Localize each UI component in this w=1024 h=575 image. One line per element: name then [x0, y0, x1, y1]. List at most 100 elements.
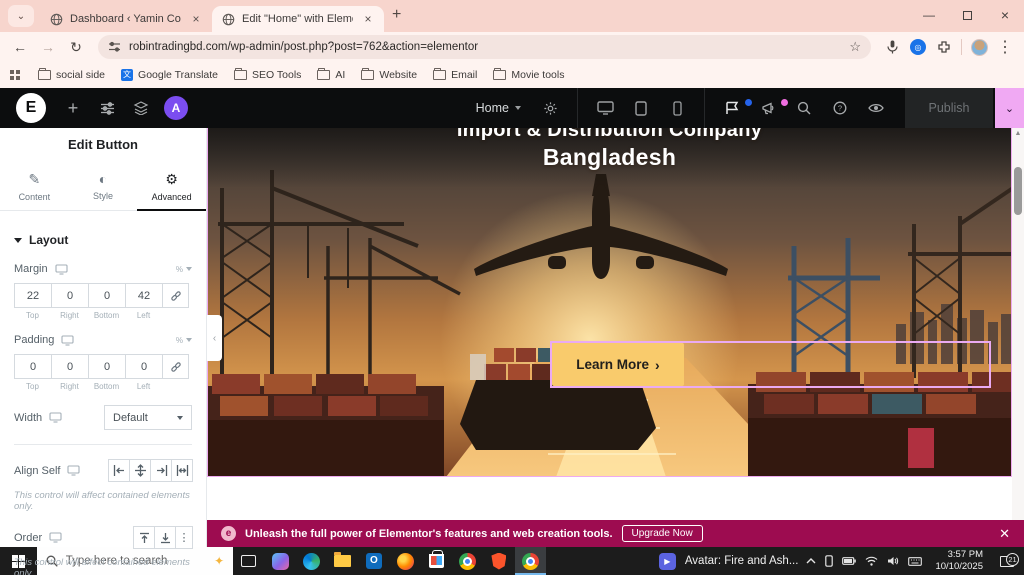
minimize-button[interactable]: —	[910, 0, 948, 30]
page-settings-button[interactable]	[533, 101, 567, 116]
hero-heading[interactable]: Import & Distribution Company Bangladesh	[208, 128, 1011, 172]
align-stretch-button[interactable]	[171, 459, 193, 482]
checklist-button[interactable]	[715, 101, 749, 115]
banner-close-icon[interactable]: ✕	[999, 526, 1010, 542]
tab-close-icon[interactable]: ×	[188, 11, 204, 27]
mobile-view-button[interactable]	[660, 101, 694, 116]
menu-icon[interactable]: ⋮	[994, 37, 1016, 57]
selected-element-outline[interactable]: Learn More ›	[550, 341, 991, 388]
extension-badge-icon[interactable]: ◎	[907, 39, 929, 55]
tab-elementor[interactable]: Edit "Home" with Elementor ×	[212, 6, 384, 32]
forward-button[interactable]: →	[36, 39, 60, 55]
padding-top-input[interactable]	[14, 354, 52, 379]
learn-more-button[interactable]: Learn More ›	[552, 343, 684, 386]
task-view-button[interactable]	[233, 547, 264, 575]
bookmark-social-side[interactable]: social side	[38, 69, 105, 81]
bookmark-email[interactable]: Email	[433, 69, 477, 81]
reload-button[interactable]: ↻	[64, 39, 88, 56]
bookmark-star-icon[interactable]: ☆	[849, 39, 861, 55]
volume-icon[interactable]	[887, 556, 899, 566]
responsive-monitor-icon[interactable]	[55, 264, 68, 275]
media-widget[interactable]: ▶ Avatar: Fire and Ash...	[651, 547, 807, 575]
bookmark-seo-tools[interactable]: SEO Tools	[234, 69, 301, 81]
bookmark-google-translate[interactable]: 文Google Translate	[121, 69, 218, 81]
margin-right-input[interactable]	[51, 283, 89, 308]
tab-dashboard[interactable]: Dashboard ‹ Yamin Corporation ×	[40, 6, 212, 32]
taskbar-clock[interactable]: 3:57 PM 10/10/2025	[931, 549, 987, 573]
address-bar[interactable]: robintradingbd.com/wp-admin/post.php?pos…	[98, 35, 871, 59]
responsive-monitor-icon[interactable]	[49, 532, 62, 543]
chrome-button[interactable]	[452, 547, 483, 575]
action-center-button[interactable]: 21	[996, 556, 1018, 567]
tab-style[interactable]: ◐ Style	[69, 164, 138, 210]
tab-close-icon[interactable]: ×	[360, 11, 376, 27]
responsive-monitor-icon[interactable]	[49, 412, 62, 423]
publish-options-button[interactable]: ⌄	[995, 88, 1024, 128]
align-end-button[interactable]	[150, 459, 172, 482]
margin-left-input[interactable]	[125, 283, 163, 308]
url-text[interactable]: robintradingbd.com/wp-admin/post.php?pos…	[129, 41, 841, 53]
responsive-monitor-icon[interactable]	[61, 335, 74, 346]
site-settings-button[interactable]	[90, 102, 124, 115]
order-last-button[interactable]	[154, 526, 176, 549]
chrome-profile-button[interactable]	[515, 547, 546, 575]
outlook-button[interactable]: O	[358, 547, 389, 575]
bookmark-movie-tools[interactable]: Movie tools	[493, 69, 564, 81]
align-center-button[interactable]	[129, 459, 151, 482]
responsive-monitor-icon[interactable]	[67, 465, 80, 476]
canvas-scrollbar[interactable]: ▲	[1012, 128, 1024, 520]
padding-right-input[interactable]	[51, 354, 89, 379]
help-button[interactable]: ?	[823, 101, 857, 115]
width-select[interactable]: Default	[104, 405, 192, 430]
align-start-button[interactable]	[108, 459, 130, 482]
brave-button[interactable]	[483, 547, 514, 575]
margin-top-input[interactable]	[14, 283, 52, 308]
new-tab-button[interactable]: +	[392, 6, 401, 24]
back-button[interactable]: ←	[8, 39, 32, 55]
tab-search-button[interactable]: ⌄	[8, 5, 34, 27]
scrollbar-thumb[interactable]	[1014, 167, 1022, 215]
touch-keyboard-icon[interactable]	[908, 557, 922, 566]
elementor-logo[interactable]: E	[16, 93, 46, 123]
finder-search-button[interactable]	[787, 101, 821, 115]
publish-button[interactable]: Publish	[905, 88, 993, 128]
edge-button[interactable]	[296, 547, 327, 575]
mic-icon[interactable]	[881, 40, 903, 54]
firefox-button[interactable]	[390, 547, 421, 575]
margin-unit-select[interactable]: %	[176, 265, 192, 274]
copilot-button[interactable]	[264, 547, 295, 575]
extensions-icon[interactable]	[933, 40, 955, 54]
hero-section[interactable]: Import & Distribution Company Bangladesh…	[207, 128, 1012, 477]
order-first-button[interactable]	[133, 526, 155, 549]
margin-bottom-input[interactable]	[88, 283, 126, 308]
battery-icon[interactable]	[842, 557, 856, 565]
desktop-view-button[interactable]	[588, 101, 622, 115]
tablet-view-button[interactable]	[624, 101, 658, 116]
padding-left-input[interactable]	[125, 354, 163, 379]
whats-new-button[interactable]	[751, 101, 785, 115]
upgrade-now-button[interactable]: Upgrade Now	[622, 525, 703, 542]
tab-advanced[interactable]: ⚙ Advanced	[137, 164, 206, 210]
file-explorer-button[interactable]	[327, 547, 358, 575]
panel-collapse-handle[interactable]: ‹	[207, 315, 222, 361]
structure-button[interactable]	[124, 101, 158, 115]
apps-grid-icon[interactable]	[10, 70, 20, 80]
margin-link-values-button[interactable]	[162, 283, 189, 308]
bookmark-ai[interactable]: AI	[317, 69, 345, 81]
play-icon[interactable]: ▶	[659, 553, 676, 570]
phone-link-icon[interactable]	[825, 555, 833, 567]
page-selector[interactable]: Home	[466, 101, 531, 115]
padding-unit-select[interactable]: %	[176, 336, 192, 345]
tab-content[interactable]: ✎ Content	[0, 164, 69, 210]
profile-avatar[interactable]	[968, 39, 990, 56]
ai-assistant-button[interactable]: A	[164, 96, 188, 120]
padding-link-values-button[interactable]	[162, 354, 189, 379]
padding-bottom-input[interactable]	[88, 354, 126, 379]
restore-button[interactable]	[948, 0, 986, 30]
preview-button[interactable]	[859, 102, 893, 114]
add-element-button[interactable]: +	[56, 98, 90, 119]
wifi-icon[interactable]	[865, 556, 878, 566]
scroll-up-arrow[interactable]: ▲	[1015, 130, 1022, 137]
store-button[interactable]	[421, 547, 452, 575]
section-layout[interactable]: Layout	[14, 233, 192, 247]
